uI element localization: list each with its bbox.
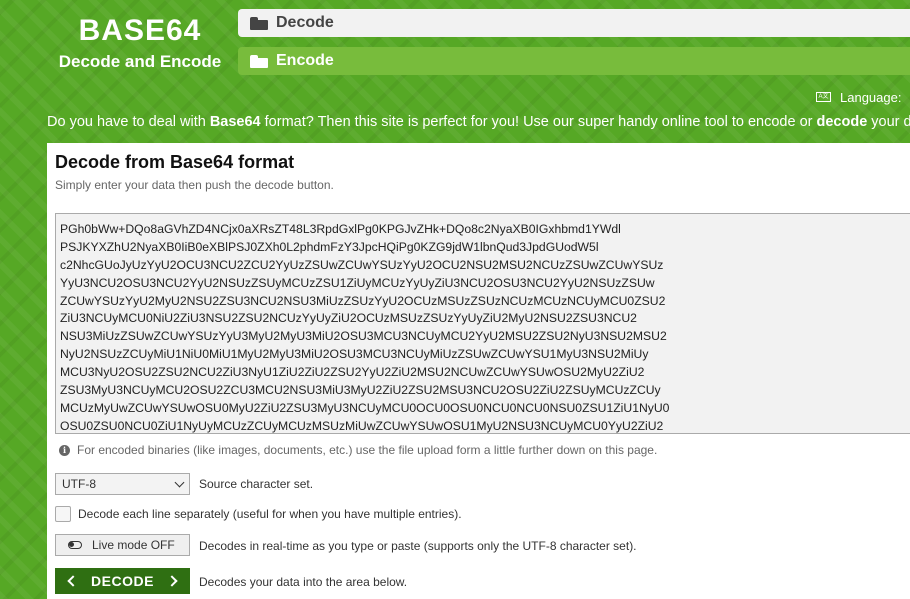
- nav-decode-button[interactable]: Decode: [238, 9, 910, 37]
- charset-value: UTF-8: [62, 477, 96, 491]
- upload-note-text: For encoded binaries (like images, docum…: [77, 443, 658, 457]
- decode-description: Decodes your data into the area below.: [199, 575, 408, 589]
- textarea-line: YyU3NCU2OSU3NCU2YyU2NSUzZSUyMCUzZSU1ZiUy…: [60, 275, 655, 290]
- logo-title: BASE64: [78, 14, 202, 47]
- nav-decode-label: Decode: [276, 14, 334, 31]
- info-icon: i: [59, 444, 70, 456]
- intro-bold-decode: decode: [816, 114, 868, 130]
- decode-each-line-checkbox[interactable]: [55, 506, 71, 522]
- intro-part3: your da: [871, 114, 910, 130]
- live-mode-description: Decodes in real-time as you type or past…: [199, 539, 637, 553]
- folder-open-icon: [250, 16, 268, 30]
- upload-note: i For encoded binaries (like images, doc…: [59, 443, 657, 457]
- decode-button-label: DECODE: [91, 573, 154, 589]
- textarea-line: NyU2NSUzZCUyMiU1NiU0MiU1MyU2MyU3MiU2OSU3…: [60, 347, 649, 362]
- nav-encode-button[interactable]: Encode: [238, 47, 910, 75]
- translate-icon: A文: [816, 92, 831, 102]
- live-mode-button-label: Live mode OFF: [92, 538, 175, 552]
- textarea-line: c2NhcGUoJyUzYyU2OCU3NCU2ZCU2YyUzZSUwZCUw…: [60, 257, 664, 272]
- toggle-off-icon: [68, 541, 82, 549]
- site-logo[interactable]: BASE64 Decode and Encode: [50, 14, 230, 72]
- language-selector[interactable]: A文 Language:: [816, 87, 910, 107]
- textarea-line: PSJKYXZhU2NyaXB0IiB0eXBlPSJ0ZXh0L2phdmFz…: [60, 239, 599, 254]
- textarea-line: MCU3NyU2OSU2ZSU2NCU2ZiU3NyU1ZiU2ZiU2ZSU2…: [60, 365, 645, 380]
- intro-part1: Do you have to deal with: [47, 114, 210, 130]
- textarea-line: ZSU3MyU3NCUyMCU2OSU2ZCU3MCU2NSU3MiU3MyU2…: [60, 383, 661, 398]
- folder-icon: [250, 54, 268, 68]
- textarea-line: OSU0ZSU0NCU0ZiU1NyUyMCUzZCUyMCUzMSUzMiUw…: [60, 418, 664, 433]
- textarea-line: ZCUwYSUzYyU2MyU2NSU2ZSU3NCU2NSU3MiUzZSUz…: [60, 293, 666, 308]
- intro-text: Do you have to deal with Base64 format? …: [47, 114, 910, 130]
- charset-select[interactable]: UTF-8: [55, 473, 190, 495]
- nav-encode-label: Encode: [276, 52, 334, 69]
- chevron-down-icon: [174, 477, 185, 488]
- textarea-line: ZiU3NCUyMCU0NiU2ZiU3NSU2ZSU2NCUzYyUyZiU2…: [60, 311, 637, 326]
- panel-subtitle: Simply enter your data then push the dec…: [55, 178, 334, 192]
- base64-input-textarea[interactable]: PGh0bWw+DQo8aGVhZD4NCjx0aXRsZT48L3RpdGxl…: [55, 213, 910, 434]
- intro-part2: format? Then this site is perfect for yo…: [260, 114, 817, 130]
- textarea-line: NSU3MiUzZSUwZCUwYSUzYyU3MyU2MyU3MiU2OSU3…: [60, 329, 667, 344]
- logo-subtitle: Decode and Encode: [58, 52, 222, 71]
- live-mode-button[interactable]: Live mode OFF: [55, 534, 190, 556]
- decode-panel: Decode from Base64 format Simply enter y…: [47, 143, 910, 599]
- textarea-line: PGh0bWw+DQo8aGVhZD4NCjx0aXRsZT48L3RpdGxl…: [60, 222, 621, 236]
- charset-label: Source character set.: [199, 477, 314, 491]
- intro-bold-base64: Base64: [209, 114, 261, 130]
- decode-button[interactable]: DECODE: [55, 568, 190, 594]
- decode-each-line-label[interactable]: Decode each line separately (useful for …: [78, 507, 462, 521]
- textarea-line: MCUzMyUwZCUwYSUwOSU0MyU2ZiU2ZSU3MyU3NCUy…: [60, 400, 670, 415]
- panel-title: Decode from Base64 format: [55, 152, 295, 172]
- chevron-right-icon: [166, 575, 178, 587]
- language-label: Language:: [840, 89, 902, 105]
- chevron-left-icon: [67, 575, 79, 587]
